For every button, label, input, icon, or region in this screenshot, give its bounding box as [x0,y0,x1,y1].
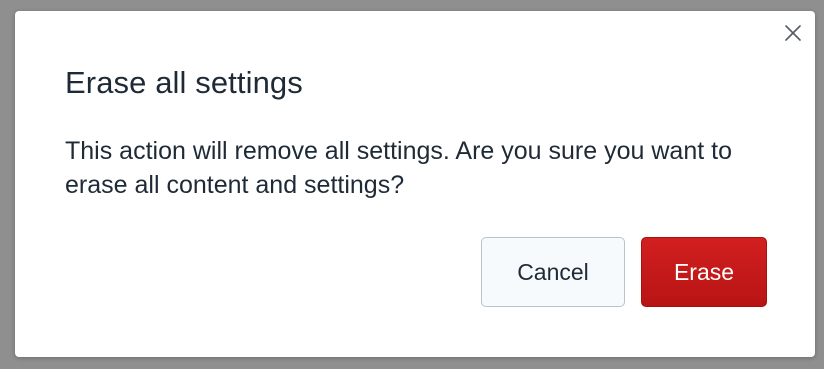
close-icon [784,24,802,47]
dialog-actions: Cancel Erase [481,237,767,307]
erase-button[interactable]: Erase [641,237,767,307]
close-button[interactable] [781,23,805,47]
dialog-message: This action will remove all settings. Ar… [65,137,732,199]
dialog-title: Erase all settings [65,65,303,100]
cancel-button[interactable]: Cancel [481,237,625,307]
erase-settings-dialog: Erase all settings This action will remo… [15,11,815,357]
modal-backdrop[interactable]: Erase all settings This action will remo… [0,0,824,369]
